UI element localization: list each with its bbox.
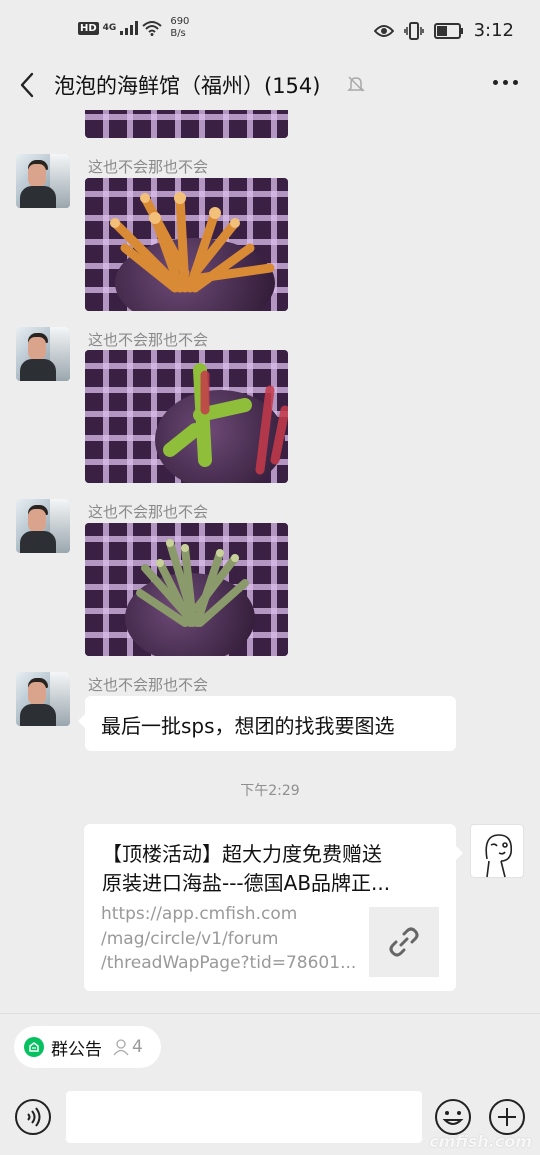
hd-badge: HD [78,21,99,35]
avatar[interactable] [16,327,70,381]
wifi-icon [142,21,162,36]
chevron-left-icon[interactable] [14,70,44,100]
message-list[interactable]: 这也不会那也不会 这也不会那也不会 这也不会那也不会 这也不会那也不会 最后一批… [0,110,540,1010]
announcement-label: 群公告 [51,1039,102,1060]
voice-icon[interactable] [14,1098,52,1136]
input-bar: cmfish.com [0,1083,540,1155]
announcement-bar: 群公告 4 [0,1013,540,1083]
person-icon [113,1039,129,1056]
emoji-icon[interactable] [434,1098,472,1136]
plus-icon[interactable] [488,1098,526,1136]
message-image[interactable] [85,350,288,483]
group-announcement-chip[interactable]: 群公告 4 [14,1026,161,1068]
signal-icon [120,21,139,35]
link-url-line: https://app.cmfish.com [101,904,298,924]
announcement-icon [24,1037,44,1057]
battery-icon [433,22,463,39]
avatar[interactable] [16,499,70,553]
speed-unit: B/s [170,28,186,39]
avatar[interactable] [16,154,70,208]
status-left: HD 4G 690 B/s [78,16,189,40]
message-bubble[interactable]: 最后一批sps，想团的找我要图选 [78,696,456,751]
member-count: 4 [112,1037,143,1057]
link-icon [389,927,419,957]
message-image[interactable] [85,110,288,138]
clock: 3:12 [473,20,514,41]
link-card[interactable]: 【顶楼活动】超大力度免费赠送 原装进口海盐---德国AB品牌正... https… [84,824,463,991]
more-dots-icon[interactable] [493,80,518,85]
link-url-line: /mag/circle/v1/forum [101,928,279,949]
bell-muted-icon [347,76,365,92]
watermark: cmfish.com [429,1132,532,1151]
sender-name: 这也不会那也不会 [88,676,209,694]
status-bar: HD 4G 690 B/s 3:12 [0,0,540,60]
chat-title: 泡泡的海鲜馆（福州）(154) [54,74,321,98]
link-thumbnail [369,907,439,977]
message-input[interactable] [66,1091,422,1143]
speed-value: 690 [170,16,190,27]
link-title-line: 原装进口海盐---德国AB品牌正... [102,871,391,895]
link-url: https://app.cmfish.com /mag/circle/v1/fo… [101,902,361,976]
link-title: 【顶楼活动】超大力度免费赠送 原装进口海盐---德国AB品牌正... [102,840,442,898]
eye-icon [373,24,394,37]
my-avatar[interactable] [470,824,524,878]
sender-name: 这也不会那也不会 [88,158,209,176]
link-url-line: /threadWapPage?tid=78601... [101,953,357,973]
member-count-value: 4 [132,1037,143,1057]
vibrate-icon [403,21,424,40]
chat-header: 泡泡的海鲜馆（福州）(154) [0,60,540,110]
network-speed: 690 B/s [170,16,189,40]
message-text: 最后一批sps，想团的找我要图选 [101,714,395,738]
sender-name: 这也不会那也不会 [88,331,209,349]
sender-name: 这也不会那也不会 [88,503,209,521]
link-title-line: 【顶楼活动】超大力度免费赠送 [102,842,382,866]
status-right: 3:12 [373,20,514,41]
network-type: 4G [102,23,117,33]
message-image[interactable] [85,523,288,656]
message-image[interactable] [85,178,288,311]
timestamp: 下午2:29 [240,783,300,799]
avatar[interactable] [16,672,70,726]
